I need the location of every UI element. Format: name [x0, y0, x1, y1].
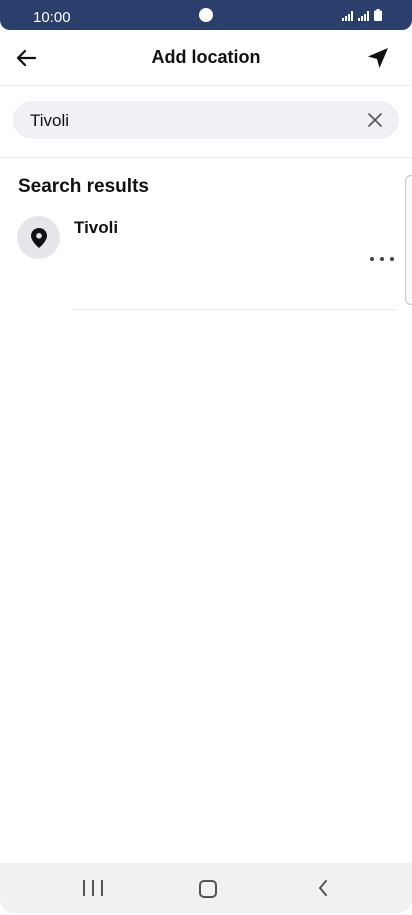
section-divider	[0, 157, 412, 158]
more-horizontal-icon	[380, 257, 384, 261]
battery-icon	[374, 9, 382, 21]
status-icons	[342, 9, 382, 21]
result-divider	[73, 309, 395, 310]
more-horizontal-icon	[390, 257, 394, 261]
recent-apps-button[interactable]	[83, 880, 103, 896]
more-horizontal-icon	[370, 257, 374, 261]
front-camera	[199, 8, 213, 22]
map-pin-icon	[30, 227, 47, 248]
result-name: Tivoli	[74, 218, 119, 237]
app-header: Add location	[0, 30, 412, 86]
clear-search-button[interactable]	[365, 110, 385, 130]
search-input-value: Tivoli	[30, 111, 70, 130]
close-icon	[368, 113, 382, 127]
system-nav-bar	[0, 863, 412, 913]
more-options-button[interactable]	[370, 252, 394, 266]
edge-panel-handle[interactable]	[405, 175, 412, 305]
chevron-left-icon	[319, 880, 327, 896]
search-input[interactable]: Tivoli	[13, 101, 399, 139]
current-location-button[interactable]	[364, 44, 392, 72]
status-time: 10:00	[33, 9, 71, 26]
status-bar: 10:00	[0, 0, 412, 30]
results-heading: Search results	[18, 176, 149, 197]
signal-icon	[342, 11, 353, 21]
home-button[interactable]	[199, 880, 217, 898]
page-title: Add location	[151, 47, 261, 67]
result-item-tivoli[interactable]: Tivoli	[0, 212, 406, 310]
signal-icon	[358, 11, 369, 21]
system-back-button[interactable]	[314, 878, 332, 898]
navigation-arrow-icon	[368, 48, 388, 68]
result-avatar	[17, 216, 60, 259]
